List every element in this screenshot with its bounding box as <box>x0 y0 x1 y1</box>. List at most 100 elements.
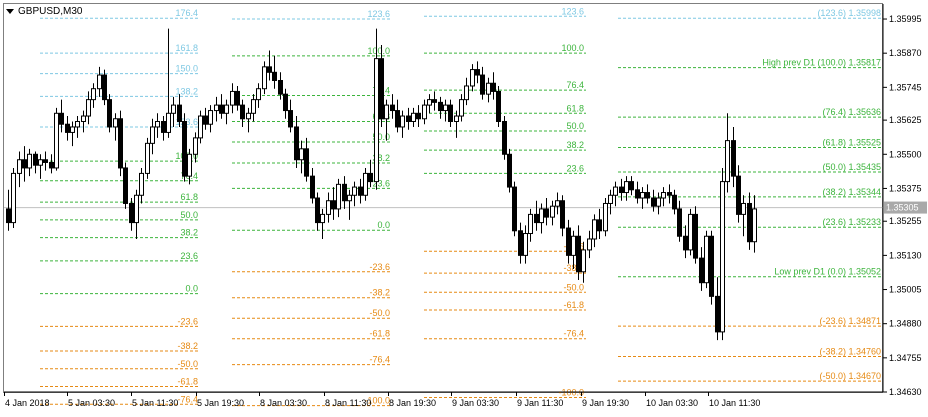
time-tick-label: 9 Jan 19:30 <box>582 398 629 408</box>
time-tick-label: 10 Jan 11:30 <box>709 398 760 408</box>
candle-body <box>379 58 384 120</box>
candle-body <box>70 126 75 133</box>
price-tick-label: 1.34630 <box>889 387 922 397</box>
daily-level-label: Low prev D1 (0.0) 1.35052 <box>774 267 881 277</box>
candle-body <box>486 82 491 95</box>
candle-body <box>709 235 714 297</box>
candle-body <box>624 181 629 194</box>
candle-body <box>432 99 437 103</box>
candle-body <box>416 112 421 120</box>
candle-body <box>315 197 320 224</box>
candle-body <box>395 110 400 128</box>
candle-body <box>518 230 523 256</box>
candle-body <box>427 99 432 106</box>
fib-level-label: -50.0 <box>563 282 584 292</box>
fib-level-label: -38.2 <box>369 288 390 298</box>
price-tick-label: 1.35995 <box>889 14 922 24</box>
candle-body <box>725 140 730 183</box>
candle-body <box>304 148 309 177</box>
candle-body <box>17 159 22 174</box>
time-tick-label: 8 Jan 19:30 <box>389 398 436 408</box>
candle-body <box>33 153 38 166</box>
candle-body <box>374 58 379 183</box>
candle-body <box>320 213 325 224</box>
candle-body <box>342 183 347 202</box>
candle-body <box>384 104 389 120</box>
candle-body <box>581 249 586 273</box>
candle-body <box>118 118 123 169</box>
candle-body <box>459 99 464 117</box>
candle-body <box>336 183 341 210</box>
candle-body <box>177 104 182 122</box>
candle-body <box>171 104 176 114</box>
fib-level-label: 38.2 <box>180 228 198 238</box>
candle-body <box>672 194 677 210</box>
daily-level-label: (123.6) 1.35998 <box>817 8 881 18</box>
candle-body <box>288 110 293 128</box>
candle-body <box>352 186 357 196</box>
fib-level-label: -23.6 <box>177 316 198 326</box>
candle-body <box>512 186 517 232</box>
fib-level-label: 150.0 <box>175 64 198 74</box>
candle-body <box>699 257 704 284</box>
candle-body <box>438 101 443 112</box>
chart[interactable]: GBPUSD,M30 176.4161.8150.0138.2123.6100.… <box>0 0 928 417</box>
daily-level-label: (50.0) 1.35435 <box>822 162 881 172</box>
candle-body <box>406 115 411 122</box>
candle-body <box>752 208 757 243</box>
candle-body <box>214 104 219 112</box>
candle-body <box>278 80 283 95</box>
candle-body <box>635 189 640 199</box>
candle-body <box>22 159 27 169</box>
candle-body <box>193 137 198 155</box>
price-tick-label: 1.35255 <box>889 216 922 226</box>
candle-body <box>363 172 368 196</box>
fib-level-label: 138.2 <box>175 86 198 96</box>
candle-body <box>523 233 528 256</box>
candle-body <box>448 104 453 122</box>
price-tick-label: 1.35005 <box>889 285 922 295</box>
candle-body <box>400 115 405 128</box>
candle-body <box>587 238 592 251</box>
candle-body <box>741 202 746 215</box>
candle-body <box>91 88 96 101</box>
candle-body <box>256 88 261 101</box>
candle-body <box>715 295 720 333</box>
fib-level-label: 161.8 <box>175 43 198 53</box>
fib-level-label: 76.4 <box>566 80 584 90</box>
candle-body <box>49 161 54 169</box>
candle-body <box>661 192 666 199</box>
candle-body <box>129 202 134 224</box>
candle-body <box>134 194 139 224</box>
candle-body <box>576 235 581 273</box>
fib-level-label: -61.8 <box>369 329 390 339</box>
candle-body <box>475 69 480 76</box>
price-tick-label: 1.35745 <box>889 82 922 92</box>
time-tick-label: 5 Jan 03:30 <box>68 398 115 408</box>
fib-level-label: -50.0 <box>369 308 390 318</box>
time-tick-label: 8 Jan 11:30 <box>325 398 371 408</box>
candle-body <box>272 71 277 82</box>
candle-body <box>161 120 166 133</box>
candle-body <box>550 205 555 218</box>
candle-body <box>107 99 112 128</box>
fib-level-label: 38.2 <box>566 140 584 150</box>
candle-body <box>720 181 725 333</box>
fib-level-label: -38.2 <box>177 341 198 351</box>
candle-body <box>544 208 549 218</box>
fib-level-label: 0.0 <box>185 284 198 294</box>
candle-body <box>502 120 507 155</box>
fib-level-label: 61.8 <box>180 192 198 202</box>
candle-body <box>368 172 373 183</box>
candle-body <box>187 153 192 177</box>
price-tick-label: 1.35375 <box>889 183 922 193</box>
fib-level-label: 23.6 <box>566 163 584 173</box>
candle-body <box>145 142 150 174</box>
fib-level-label: -76.4 <box>369 355 390 365</box>
candle-body <box>331 200 336 210</box>
candle-body <box>464 85 469 101</box>
candle-body <box>246 112 251 120</box>
candle-body <box>496 90 501 122</box>
price-chart-svg: 176.4 161.8 150.0 138.2 123.6 100.0 76.4 61.8 50… <box>4 4 927 408</box>
candle-body <box>645 192 650 199</box>
